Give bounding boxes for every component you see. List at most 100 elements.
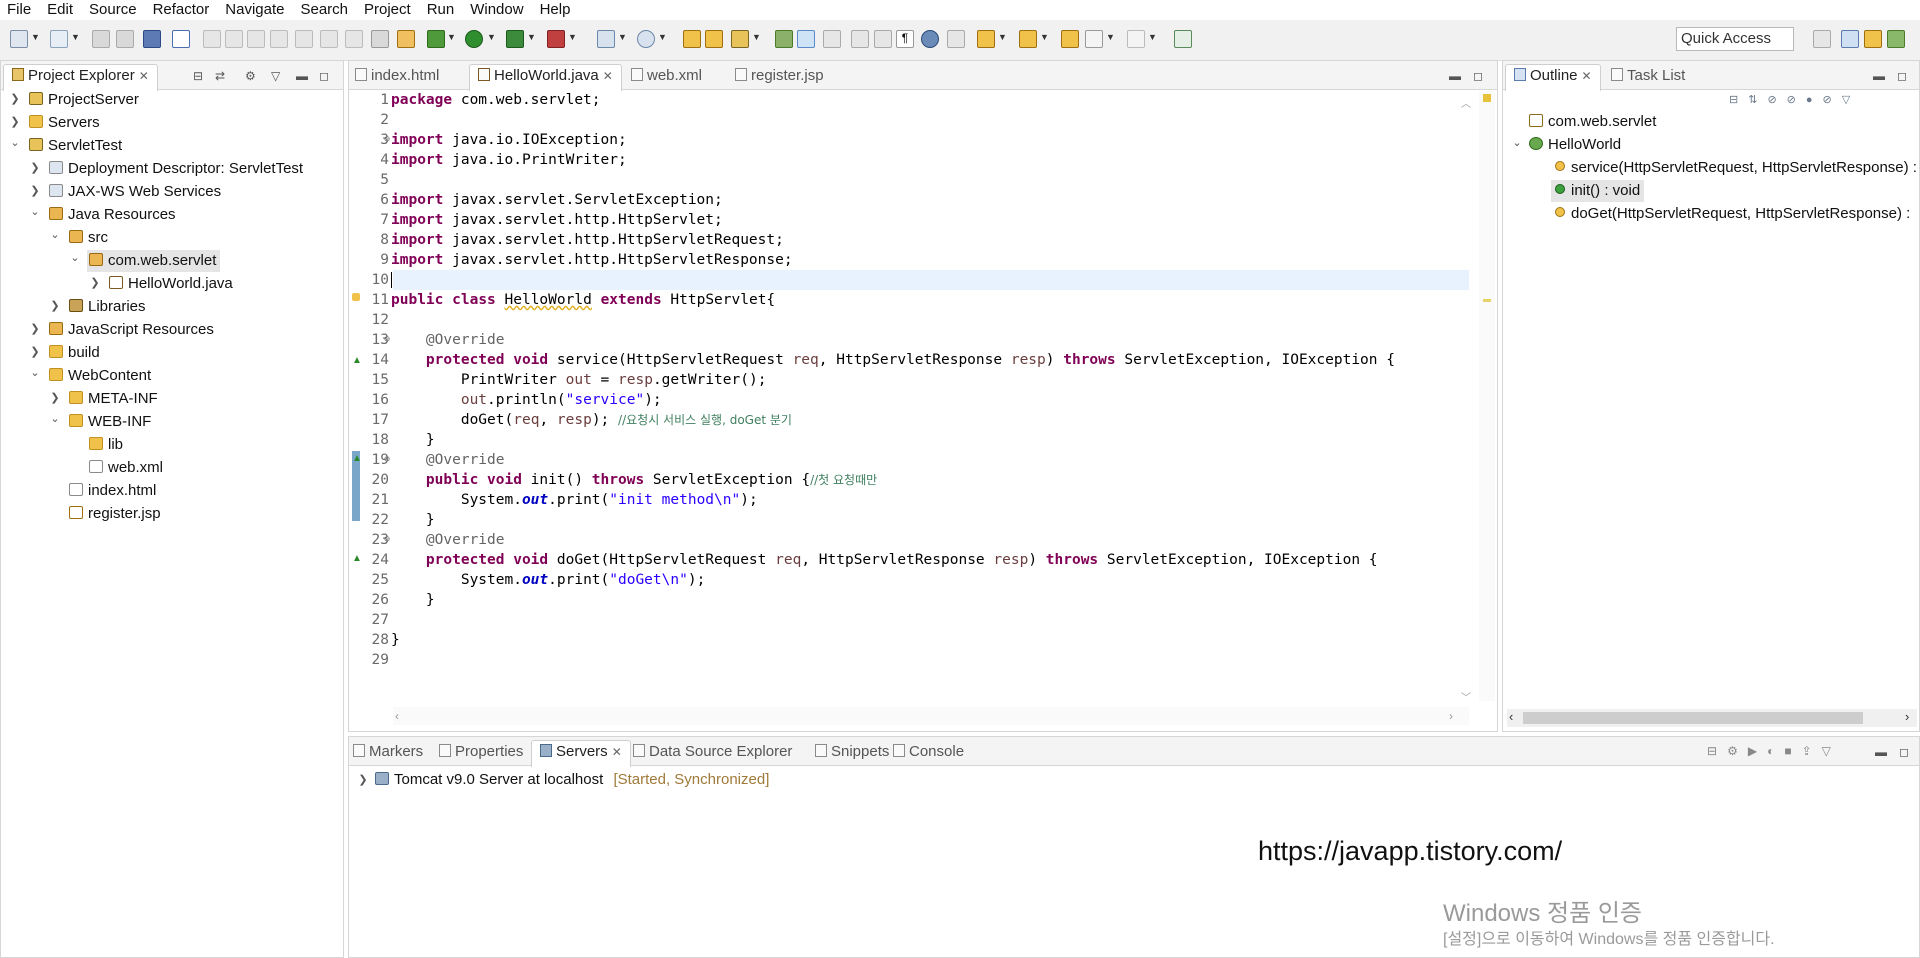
previous-edit-location-icon[interactable] [1019,30,1037,48]
tab-servers[interactable]: Servers ✕ [531,740,631,767]
outline-item-init[interactable]: init() : void [1551,180,1645,202]
outline-item-service[interactable]: service(HttpServletRequest, HttpServletR… [1555,157,1917,179]
server-row[interactable]: Tomcat v9.0 Server at localhost [Started… [375,769,769,791]
quick-access-input[interactable]: Quick Access [1676,27,1794,51]
debug-icon[interactable] [427,30,445,48]
chevron-down-icon[interactable]: ▼ [31,32,41,42]
scroll-right-icon[interactable]: › [1449,709,1453,723]
collapse-all-icon[interactable]: ⊟ [1729,94,1748,106]
new-class-icon[interactable] [637,30,655,48]
hide-fields-icon[interactable]: ⊘ [1767,94,1786,106]
menu-search[interactable]: Search [293,0,357,20]
chevron-down-icon[interactable]: ▼ [447,32,457,42]
scroll-down-icon[interactable]: ﹀ [1461,689,1471,704]
overview-ruler[interactable] [1479,91,1495,701]
tree-item-webcontent[interactable]: WebContent [49,365,151,387]
chevron-down-icon[interactable]: ⌄ [69,251,81,264]
hide-nonpublic-icon[interactable]: ● [1806,94,1823,106]
publish-icon[interactable]: ⇪ [1802,744,1822,758]
view-menu-icon[interactable]: ▽ [271,69,280,83]
minimize-icon[interactable]: ▬ [1449,69,1461,83]
open-task-icon[interactable] [705,30,723,48]
tree-item-servlettest[interactable]: ServletTest [29,135,122,157]
chevron-right-icon[interactable]: ❯ [89,276,101,289]
java-ee-perspective-icon[interactable] [1841,30,1859,48]
chevron-down-icon[interactable]: ⌄ [9,136,21,149]
collapse-all-icon[interactable]: ⊟ [193,69,203,83]
close-icon[interactable]: ✕ [1582,69,1592,83]
chevron-right-icon[interactable]: ❯ [29,345,41,358]
menu-help[interactable]: Help [533,0,580,20]
run-icon[interactable] [465,30,483,48]
profile-server-icon[interactable]: ◐ [1767,744,1784,758]
maximize-icon[interactable]: ◻ [319,69,329,83]
tree-item-deployment-descriptor[interactable]: Deployment Descriptor: ServletTest [49,158,303,180]
servers-toolbar[interactable]: ⊟⚙▶◐■⇪▽ [1707,744,1841,758]
next-edit-location-icon[interactable] [977,30,995,48]
chevron-right-icon[interactable]: ❯ [29,184,41,197]
tree-item-web-inf[interactable]: WEB-INF [69,411,151,433]
menu-file[interactable]: File [0,0,40,20]
chevron-down-icon[interactable]: ▼ [1106,32,1116,42]
disconnect-icon[interactable] [270,30,288,48]
hide-static-icon[interactable]: ⊘ [1787,94,1806,106]
menu-navigate[interactable]: Navigate [218,0,293,20]
java-perspective-icon[interactable] [1864,30,1882,48]
step-into-icon[interactable] [295,30,313,48]
debug-perspective-icon[interactable] [1887,30,1905,48]
tab-register-jsp[interactable]: register.jsp [735,65,824,89]
tree-item-src[interactable]: src [69,227,108,249]
scroll-left-icon[interactable]: ‹ [395,709,399,723]
show-whitespace-icon[interactable]: ¶ [896,30,914,48]
link-with-editor-icon[interactable]: ⇄ [215,69,225,83]
forward-icon[interactable] [1127,30,1145,48]
occurrence-marker[interactable] [1483,299,1491,302]
maximize-icon[interactable]: ◻ [1473,69,1483,83]
save-all-icon[interactable] [116,30,134,48]
toggle-breadcrumb-icon[interactable] [775,30,793,48]
chevron-down-icon[interactable]: ⌄ [49,228,61,241]
tree-item-javascript-resources[interactable]: JavaScript Resources [49,319,214,341]
chevron-down-icon[interactable]: ⌄ [29,366,41,379]
outline-item-package[interactable]: com.web.servlet [1529,111,1656,133]
minimize-icon[interactable]: ▬ [1873,69,1885,83]
chevron-down-icon[interactable]: ▼ [1148,32,1158,42]
drop-to-frame-icon[interactable] [371,30,389,48]
chevron-down-icon[interactable]: ▼ [658,32,668,42]
tree-item-helloworld-java[interactable]: HelloWorld.java [109,273,233,295]
resume-icon[interactable] [203,30,221,48]
view-menu-icon[interactable]: ▽ [1822,744,1841,758]
chevron-down-icon[interactable]: ▼ [568,32,578,42]
tree-item-java-resources[interactable]: Java Resources [49,204,176,226]
chevron-down-icon[interactable]: ▼ [527,32,537,42]
next-annotation-icon[interactable] [874,30,892,48]
open-type-icon[interactable] [683,30,701,48]
console-icon[interactable] [143,30,161,48]
debug-server-icon[interactable]: ⚙ [1727,744,1748,758]
use-step-filters-icon[interactable] [397,30,415,48]
back-icon[interactable] [1085,30,1103,48]
chevron-right-icon[interactable]: ❯ [49,299,61,312]
suspend-icon[interactable] [225,30,243,48]
minimize-icon[interactable]: ▬ [1875,745,1887,759]
tree-item-index-html[interactable]: index.html [69,480,156,502]
chevron-down-icon[interactable]: ⌄ [29,205,41,218]
tree-item-meta-inf[interactable]: META-INF [69,388,158,410]
search-icon[interactable] [731,30,749,48]
code-editor[interactable]: 1 2 3 4 5 6 7 8 9 10 11 12 13 14 15 16 1… [359,90,1475,702]
tab-console[interactable]: Console [893,741,964,765]
menu-refactor[interactable]: Refactor [146,0,219,20]
minimize-icon[interactable]: ▬ [296,69,308,83]
maximize-icon[interactable]: ◻ [1897,69,1907,83]
chevron-right-icon[interactable]: ❯ [29,161,41,174]
maximize-icon[interactable]: ◻ [1899,745,1909,759]
hide-local-types-icon[interactable]: ⊘ [1823,94,1842,106]
filter-icon[interactable]: ⚙ [245,69,256,83]
menu-run[interactable]: Run [420,0,464,20]
toggle-mark-occurrences-icon[interactable] [797,30,815,48]
tab-data-source-explorer[interactable]: Data Source Explorer [633,741,792,765]
tab-snippets[interactable]: Snippets [815,741,889,765]
pin-editor-icon[interactable] [947,30,965,48]
tab-outline[interactable]: Outline ✕ [1505,64,1601,91]
close-icon[interactable]: ✕ [139,69,149,83]
